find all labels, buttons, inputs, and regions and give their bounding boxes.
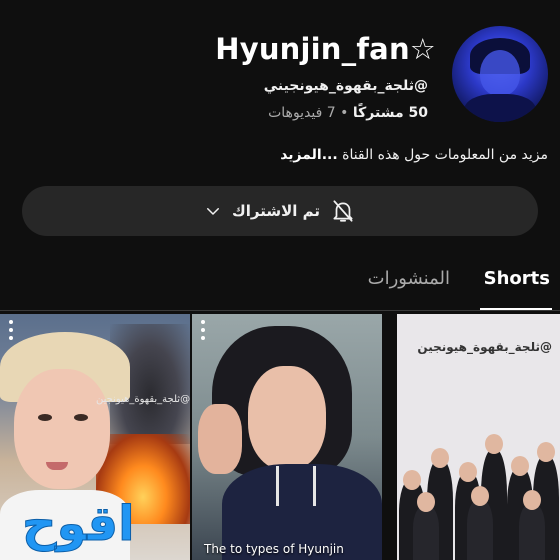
short-thumbnail-1[interactable]: @ثلجة_بقهوة_هيونجين اقوح xyxy=(0,314,190,560)
channel-description[interactable]: مزيد من المعلومات حول هذه القناة ...المز… xyxy=(280,147,548,163)
channel-avatar[interactable] xyxy=(452,26,548,122)
subscriber-count: 50 مشتركًا xyxy=(352,105,428,121)
chevron-down-icon xyxy=(206,208,219,215)
member-head-art xyxy=(431,448,449,468)
short-overlay-text: اقوح xyxy=(22,496,136,553)
avatar-body xyxy=(464,94,536,122)
member-head-art xyxy=(459,462,477,482)
member-art xyxy=(519,504,545,560)
member-head-art xyxy=(471,486,489,506)
member-head-art xyxy=(417,492,435,512)
channel-stats: 50 مشتركًا • 7 فيديوهات xyxy=(268,105,428,121)
hand-art xyxy=(198,404,242,474)
member-art xyxy=(413,506,439,560)
member-head-art xyxy=(511,456,529,476)
short-thumbnail-3[interactable]: @ثلجة_بقهوة_هيونجين xyxy=(397,314,560,560)
tab-shorts[interactable]: Shorts xyxy=(484,268,550,289)
channel-tabs: Shorts المنشورات xyxy=(0,262,560,310)
channel-handle: @ثلجة_بقهوة_هيونجيني xyxy=(263,78,428,94)
member-head-art xyxy=(537,442,555,462)
video-count: 7 فيديوهات xyxy=(268,105,336,121)
more-options-icon[interactable] xyxy=(200,320,206,340)
short-thumbnail-2[interactable]: The to types of Hyunjin xyxy=(192,314,382,560)
short-watermark: @ثلجة_بقهوة_هيونجين xyxy=(96,394,190,405)
stats-separator: • xyxy=(340,105,349,121)
channel-name: Hyunjin_fan☆ xyxy=(215,32,436,66)
more-options-icon[interactable] xyxy=(8,320,14,340)
short-watermark: @ثلجة_بقهوة_هيونجين xyxy=(417,340,552,354)
shorts-grid: @ثلجة_بقهوة_هيونجين اقوح The to types of… xyxy=(0,314,560,560)
face-art xyxy=(248,366,326,470)
channel-header: Hyunjin_fan☆ @ثلجة_بقهوة_هيونجيني 50 مشت… xyxy=(0,0,560,140)
subscribed-label: تم الاشتراك xyxy=(231,202,321,220)
avatar-face xyxy=(480,50,520,96)
more-link[interactable]: ...المزيد xyxy=(280,147,337,163)
collar-art xyxy=(276,466,316,506)
bell-off-icon xyxy=(333,200,353,222)
member-head-art xyxy=(523,490,541,510)
description-text: مزيد من المعلومات حول هذه القناة xyxy=(342,147,548,163)
group-photo-art xyxy=(397,422,560,560)
tabs-divider xyxy=(0,310,560,311)
eye-art xyxy=(38,414,52,421)
member-head-art xyxy=(403,470,421,490)
eye-art xyxy=(74,414,88,421)
face-art xyxy=(14,369,110,489)
member-head-art xyxy=(485,434,503,454)
short-caption: The to types of Hyunjin xyxy=(204,542,344,556)
subscribed-button[interactable]: تم الاشتراك xyxy=(22,186,538,236)
tab-posts[interactable]: المنشورات xyxy=(368,268,450,289)
member-art xyxy=(467,500,493,560)
